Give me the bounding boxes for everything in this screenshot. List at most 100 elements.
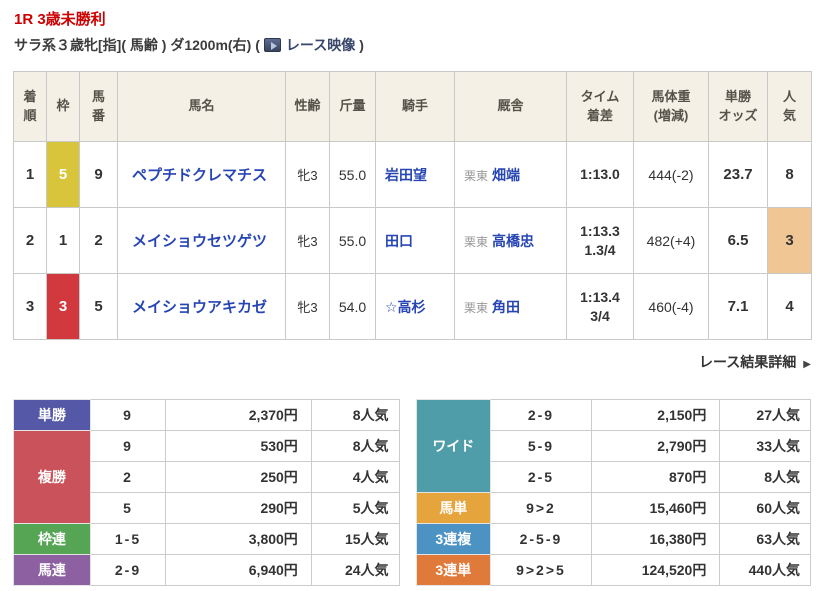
col-header-stable: 厩舎: [454, 71, 567, 142]
horse-name-link[interactable]: ペプチドクレマチス: [132, 167, 267, 184]
payout-amount: 290円: [165, 492, 312, 524]
video-play-icon: [263, 38, 281, 52]
win-odds: 6.5: [708, 207, 768, 274]
frame-number: 3: [46, 273, 80, 340]
horse-name-link[interactable]: メイショウセツゲツ: [132, 233, 267, 250]
payout-popularity: 5人気: [310, 492, 400, 524]
horse-weight: 460(-4): [633, 273, 709, 340]
carried-weight: 55.0: [329, 207, 376, 274]
race-conditions-text: サラ系３歳牝[指]( 馬齢 ) ダ1200m(右): [14, 37, 252, 53]
col-header-horse-name: 馬名: [117, 71, 286, 142]
payout-row-wide: ワイド 2-9 2,150円 27人気: [415, 399, 811, 493]
sex-age: 牝3: [285, 273, 330, 340]
col-header-jockey: 騎手: [375, 71, 455, 142]
payout-row-tansho: 単勝 9 2,370円 8人気: [13, 399, 400, 431]
stable-cell: 栗東 畑端: [454, 141, 567, 208]
jockey-cell: 田口: [375, 207, 455, 274]
stable-cell: 栗東 高橋忠: [454, 207, 567, 274]
payout-popularity: 33人気: [719, 430, 811, 462]
stable-area: 栗東: [464, 168, 489, 183]
jockey-cell: 岩田望: [375, 141, 455, 208]
stable-area: 栗東: [464, 300, 489, 315]
race-video-label: レース映像: [285, 37, 356, 53]
payout-combo: 2-5-9: [490, 523, 592, 555]
jockey-link[interactable]: 田口: [385, 233, 413, 249]
horse-weight: 482(+4): [633, 207, 709, 274]
time-margin: 1:13.0: [566, 141, 634, 208]
payout-popularity: 4人気: [310, 461, 400, 493]
trainer-link[interactable]: 畑端: [492, 167, 520, 183]
frame-number: 1: [46, 207, 80, 274]
race-title: 1R 3歳未勝利: [14, 11, 106, 28]
payout-combo: 2-9: [490, 399, 592, 431]
col-header-popularity: 人気: [767, 71, 812, 142]
race-conditions: サラ系３歳牝[指]( 馬齢 ) ダ1200m(右) ( レース映像 ): [14, 36, 811, 54]
race-video-link[interactable]: レース映像: [263, 36, 356, 54]
stable-area: 栗東: [464, 234, 489, 249]
payout-popularity: 63人気: [719, 523, 811, 555]
bet-type-sanrentan: 3連単: [415, 554, 492, 586]
trainer-link[interactable]: 角田: [492, 299, 520, 315]
sex-age: 牝3: [285, 141, 330, 208]
payout-amount: 2,150円: [590, 399, 721, 431]
time-margin: 1:13.4 3/4: [566, 273, 634, 340]
payout-row-sanrenpuku: 3連複 2-5-9 16,380円 63人気: [415, 523, 811, 555]
payout-popularity: 8人気: [719, 461, 811, 493]
payout-amount: 2,790円: [590, 430, 721, 462]
jockey-cell: ☆高杉: [375, 273, 455, 340]
payout-combo: 2: [89, 461, 167, 493]
col-header-horse-number: 馬番: [79, 71, 118, 142]
chevron-right-icon: ▶: [803, 359, 811, 370]
horse-name-cell: メイショウアキカゼ: [117, 273, 286, 340]
col-header-frame: 枠: [46, 71, 80, 142]
horse-number: 5: [79, 273, 118, 340]
col-header-finish-position: 着順: [13, 71, 47, 142]
payout-row-umaren: 馬連 2-9 6,940円 24人気: [13, 554, 400, 586]
payout-section: 単勝 9 2,370円 8人気 複勝 9 530円 8人気 2 250円 4人気…: [13, 399, 811, 586]
sex-age: 牝3: [285, 207, 330, 274]
result-row-1: 1 5 9 ペプチドクレマチス 牝3 55.0 岩田望 栗東 畑端 1:13.0 …: [13, 141, 812, 208]
payout-combo: 2-9: [89, 554, 167, 586]
jockey-link[interactable]: 岩田望: [385, 167, 427, 183]
bet-type-wide: ワイド: [415, 399, 492, 493]
bet-type-sanrenpuku: 3連複: [415, 523, 492, 555]
payout-amount: 530円: [165, 430, 312, 462]
jockey-link[interactable]: ☆高杉: [385, 299, 426, 315]
carried-weight: 54.0: [329, 273, 376, 340]
horse-name-link[interactable]: メイショウアキカゼ: [132, 299, 267, 316]
race-result-details-link[interactable]: レース結果詳細 ▶: [699, 354, 811, 370]
payout-combo: 1-5: [89, 523, 167, 555]
stable-cell: 栗東 角田: [454, 273, 567, 340]
carried-weight: 55.0: [329, 141, 376, 208]
bet-type-umatan: 馬単: [415, 492, 492, 524]
col-header-time-margin: タイム 着差: [566, 71, 634, 142]
payout-row-sanrentan: 3連単 9>2>5 124,520円 440人気: [415, 554, 811, 586]
payout-popularity: 8人気: [310, 399, 400, 431]
trainer-link[interactable]: 高橋忠: [492, 233, 534, 249]
finish-position: 1: [13, 141, 47, 208]
popularity: 4: [767, 273, 812, 340]
win-odds: 23.7: [708, 141, 768, 208]
finish-position: 2: [13, 207, 47, 274]
payout-row-umatan: 馬単 9>2 15,460円 60人気: [415, 492, 811, 524]
bet-type-fukusho: 複勝: [13, 430, 91, 524]
bet-type-tansho: 単勝: [13, 399, 91, 431]
payout-amount: 124,520円: [590, 554, 721, 586]
horse-name-cell: メイショウセツゲツ: [117, 207, 286, 274]
payout-amount: 3,800円: [165, 523, 312, 555]
payout-row-wakuren: 枠連 1-5 3,800円 15人気: [13, 523, 400, 555]
result-row-3: 3 3 5 メイショウアキカゼ 牝3 54.0 ☆高杉 栗東 角田 1:13.4 3…: [13, 273, 812, 340]
payout-combo: 5: [89, 492, 167, 524]
payout-popularity: 27人気: [719, 399, 811, 431]
finish-position: 3: [13, 273, 47, 340]
frame-number: 5: [46, 141, 80, 208]
payout-popularity: 24人気: [310, 554, 400, 586]
payout-popularity: 60人気: [719, 492, 811, 524]
horse-number: 2: [79, 207, 118, 274]
col-header-sex-age: 性齢: [285, 71, 330, 142]
payout-row-fukusho: 複勝 9 530円 8人気: [13, 430, 400, 524]
popularity: 8: [767, 141, 812, 208]
results-header-row: 着順 枠 馬番 馬名 性齢 斤量 騎手 厩舎 タイム 着差 馬体重 (増減) 単勝オ…: [13, 71, 812, 142]
horse-weight: 444(-2): [633, 141, 709, 208]
payout-amount: 6,940円: [165, 554, 312, 586]
